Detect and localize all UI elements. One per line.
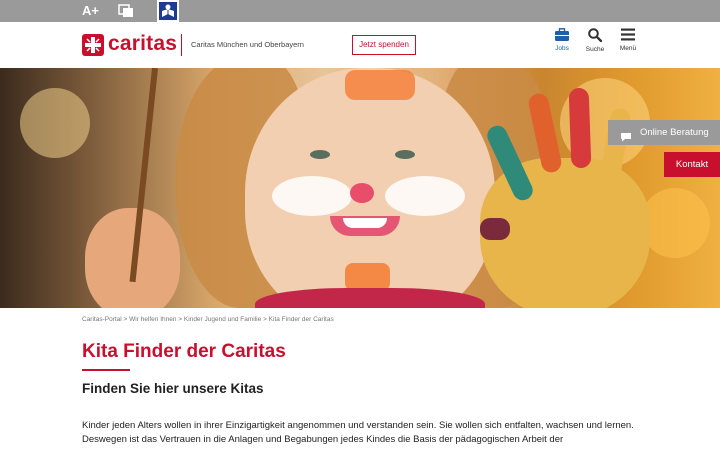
accessibility-bar: A+: [0, 0, 720, 22]
hero-image: [0, 68, 720, 308]
breadcrumb-separator: >: [123, 316, 128, 323]
contrast-icon[interactable]: [118, 4, 134, 18]
nav-jobs[interactable]: Jobs: [547, 28, 577, 64]
breadcrumb-item[interactable]: Wir helfen Ihnen: [129, 316, 176, 323]
nav-search[interactable]: Suche: [580, 28, 610, 64]
logo-subtitle: Caritas München und Oberbayern: [191, 40, 304, 49]
chat-icon: [620, 127, 632, 142]
contact-button[interactable]: Kontakt: [664, 152, 720, 177]
nav-menu-label: Menü: [619, 45, 637, 52]
breadcrumb-separator: >: [263, 316, 267, 323]
menu-icon: [621, 28, 635, 41]
title-underline: [82, 369, 130, 371]
logo-wordmark[interactable]: caritas: [108, 31, 177, 57]
page-title: Kita Finder der Caritas: [82, 341, 286, 362]
site-header: caritas Caritas München und Oberbayern J…: [0, 22, 720, 68]
donate-button[interactable]: Jetzt spenden: [352, 35, 416, 55]
nav-search-label: Suche: [585, 46, 605, 53]
page-subtitle: Finden Sie hier unsere Kitas: [82, 381, 264, 396]
nav-menu[interactable]: Menü: [613, 28, 643, 64]
nav-jobs-label: Jobs: [555, 45, 569, 52]
breadcrumb-current: Kita Finder der Caritas: [268, 316, 334, 323]
breadcrumb-separator: >: [178, 316, 183, 323]
breadcrumb-item[interactable]: Kinder Jugend und Familie: [184, 316, 261, 323]
intro-paragraph: Kinder jeden Alters wollen in ihrer Einz…: [82, 419, 642, 447]
breadcrumb: Caritas-Portal > Wir helfen Ihnen > Kind…: [82, 315, 334, 325]
breadcrumb-item[interactable]: Caritas-Portal: [82, 316, 122, 323]
online-consulting-label: Online Beratung: [640, 127, 709, 138]
briefcase-icon: [555, 28, 569, 41]
caritas-logo-icon[interactable]: [82, 34, 104, 56]
intro-line: Deswegen ist das Vertrauen in die Anlage…: [82, 434, 564, 445]
search-icon: [588, 28, 602, 42]
intro-line: Kinder jeden Alters wollen in ihrer Einz…: [82, 420, 634, 431]
easy-language-icon[interactable]: [157, 0, 179, 22]
font-size-icon[interactable]: A+: [82, 3, 99, 19]
online-consulting-button[interactable]: Online Beratung: [608, 120, 720, 145]
logo-divider: [181, 34, 182, 56]
